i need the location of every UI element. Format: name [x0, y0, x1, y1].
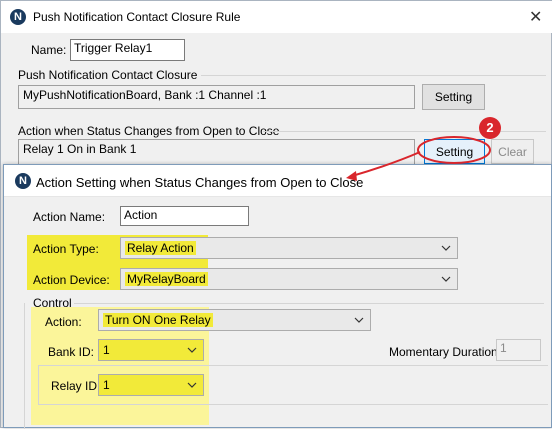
bank-id-label: Bank ID:	[48, 345, 95, 359]
action-value: Turn ON One Relay	[103, 313, 213, 327]
action-setting-button[interactable]: Setting	[424, 139, 485, 164]
bank-id-select[interactable]: 1	[98, 339, 204, 361]
chevron-down-icon	[187, 382, 197, 388]
relay-id-select[interactable]: 1	[98, 374, 204, 396]
momentary-duration-input[interactable]: 1	[496, 339, 541, 361]
inner-titlebar: N Action Setting when Status Changes fro…	[4, 165, 551, 197]
push-notification-summary: MyPushNotificationBoard, Bank :1 Channel…	[18, 85, 415, 109]
action-select[interactable]: Turn ON One Relay	[98, 309, 371, 331]
action-device-value: MyRelayBoard	[125, 272, 208, 286]
app-logo-icon: N	[10, 9, 26, 25]
control-divider	[74, 303, 544, 304]
action-group-title: Action when Status Changes from Open to …	[18, 124, 280, 138]
action-setting-dialog: N Action Setting when Status Changes fro…	[3, 164, 552, 429]
relay-id-label: Relay ID:	[51, 379, 101, 393]
push-notification-setting-button[interactable]: Setting	[422, 84, 485, 110]
group-divider	[201, 75, 546, 76]
action-name-label: Action Name:	[33, 210, 106, 224]
relay-id-value: 1	[103, 378, 110, 392]
action-type-select[interactable]: Relay Action	[120, 237, 458, 259]
control-border	[24, 303, 25, 429]
chevron-down-icon	[441, 276, 451, 282]
bank-id-value: 1	[103, 343, 110, 357]
app-logo-icon: N	[15, 173, 31, 189]
chevron-down-icon	[187, 347, 197, 353]
action-device-label: Action Device:	[33, 273, 110, 287]
action-name-input[interactable]: Action	[120, 206, 249, 226]
outer-window-title: Push Notification Contact Closure Rule	[33, 10, 241, 24]
name-input[interactable]: Trigger Relay1	[70, 39, 185, 61]
chevron-down-icon	[441, 245, 451, 251]
callout-number: 2	[486, 120, 494, 135]
group-divider	[263, 131, 546, 132]
clear-button[interactable]: Clear	[491, 139, 534, 164]
outer-titlebar: N Push Notification Contact Closure Rule…	[1, 1, 552, 33]
momentary-duration-label: Momentary Duration:	[389, 345, 502, 359]
name-label: Name:	[31, 43, 67, 57]
action-device-select[interactable]: MyRelayBoard	[120, 268, 458, 290]
inner-window-title: Action Setting when Status Changes from …	[36, 175, 364, 190]
close-icon[interactable]: ✕	[529, 7, 542, 27]
action-type-value: Relay Action	[125, 241, 196, 255]
push-notification-group-title: Push Notification Contact Closure	[18, 68, 198, 82]
action-summary: Relay 1 On in Bank 1	[18, 139, 415, 165]
action-type-label: Action Type:	[33, 242, 99, 256]
chevron-down-icon	[354, 317, 364, 323]
action-label: Action:	[45, 315, 82, 329]
